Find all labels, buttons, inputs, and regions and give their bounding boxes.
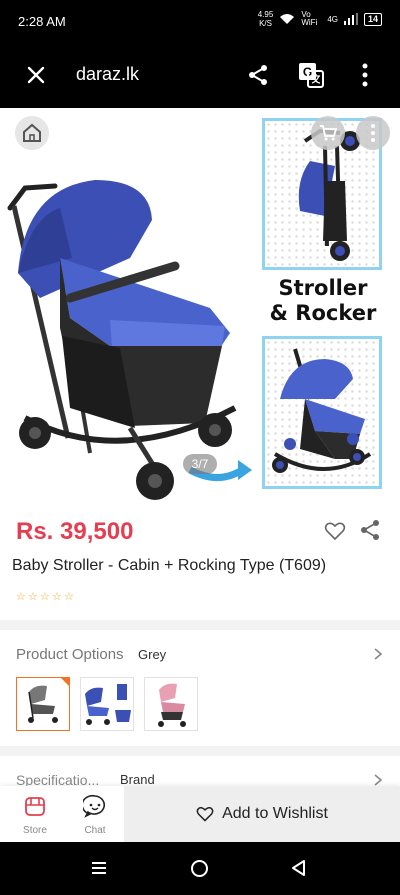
add-to-wishlist-button[interactable]: Add to Wishlist xyxy=(124,786,400,842)
bottom-action-bar: Store Chat Add to Wishlist xyxy=(0,786,400,842)
network-speed: 4.95 K/S xyxy=(258,10,274,28)
system-navigation-bar xyxy=(0,842,400,895)
product-price: Rs. 39,500 xyxy=(16,518,134,545)
status-time: 2:28 AM xyxy=(18,14,66,29)
status-icons: 4.95 K/S Vo WiFi 4G 14 xyxy=(258,10,382,28)
section-divider xyxy=(0,620,400,630)
more-vertical-icon xyxy=(371,124,375,142)
cart-icon xyxy=(320,125,338,141)
star-icon: ☆ xyxy=(40,591,50,603)
store-button[interactable]: Store xyxy=(12,794,58,836)
chevron-right-icon[interactable] xyxy=(373,773,383,787)
chat-label: Chat xyxy=(84,825,106,836)
wifi-icon xyxy=(280,14,295,24)
wishlist-label: Add to Wishlist xyxy=(222,805,328,822)
store-icon xyxy=(25,797,45,816)
variant-thumbnail-pink[interactable] xyxy=(144,677,198,731)
stroller-main-image xyxy=(7,180,252,500)
star-icon: ☆ xyxy=(16,591,26,603)
browser-toolbar: daraz.lk G xyxy=(0,44,400,108)
product-options-value: Grey xyxy=(138,647,167,662)
rating-stars: ☆ ☆ ☆ ☆ ☆ xyxy=(16,592,75,603)
star-icon: ☆ xyxy=(28,591,38,603)
product-title: Baby Stroller - Cabin + Rocking Type (T6… xyxy=(12,557,327,574)
section-divider xyxy=(0,746,400,756)
chat-button[interactable]: Chat xyxy=(72,794,118,836)
vowifi-label: Vo WiFi xyxy=(301,10,318,27)
share-icon[interactable] xyxy=(359,519,381,541)
product-options-label: Product Options xyxy=(16,646,124,663)
home-nav-icon[interactable] xyxy=(190,859,209,878)
recent-apps-icon[interactable] xyxy=(90,859,108,877)
grey-stroller-thumb xyxy=(28,678,69,723)
star-icon: ☆ xyxy=(64,591,74,603)
stroller-rocker-image xyxy=(262,336,382,489)
variant-thumbnail-blue[interactable] xyxy=(80,677,134,731)
home-button[interactable] xyxy=(15,116,49,150)
banner-line-1: Stroller xyxy=(278,276,368,300)
gallery-more-button[interactable] xyxy=(356,116,390,150)
speed-unit: K/S xyxy=(259,19,272,28)
pink-stroller-thumb xyxy=(158,683,186,727)
blue-stroller-thumb xyxy=(85,684,131,725)
translate-icon[interactable]: G xyxy=(298,62,324,88)
image-counter: 3/7 xyxy=(183,454,217,474)
heart-icon[interactable] xyxy=(324,520,346,542)
chat-icon xyxy=(81,794,106,818)
chevron-right-icon[interactable] xyxy=(373,647,383,661)
speed-value: 4.95 xyxy=(257,10,274,19)
close-icon[interactable] xyxy=(24,63,48,87)
variant-thumbnail-grey[interactable] xyxy=(16,677,70,731)
more-vertical-icon[interactable] xyxy=(355,62,375,88)
battery-icon: 14 xyxy=(363,12,382,26)
home-icon xyxy=(23,123,41,142)
share-icon[interactable] xyxy=(246,63,270,87)
back-icon[interactable] xyxy=(289,858,309,878)
store-label: Store xyxy=(23,825,47,836)
banner-line-2: & Rocker xyxy=(269,301,377,325)
star-icon: ☆ xyxy=(52,591,62,603)
specifications-value: Brand xyxy=(120,772,155,787)
rocker-stroller-drawing xyxy=(272,348,372,473)
signal-icon xyxy=(343,13,358,25)
site-title: daraz.lk xyxy=(76,64,140,84)
cart-button[interactable] xyxy=(311,116,345,150)
signal-label: 4G xyxy=(327,14,338,24)
stroller-rocker-banner: Stroller & Rocker xyxy=(264,276,382,326)
heart-icon xyxy=(196,806,214,822)
status-bar: 2:28 AM 4.95 K/S Vo WiFi 4G 14 xyxy=(0,0,400,44)
